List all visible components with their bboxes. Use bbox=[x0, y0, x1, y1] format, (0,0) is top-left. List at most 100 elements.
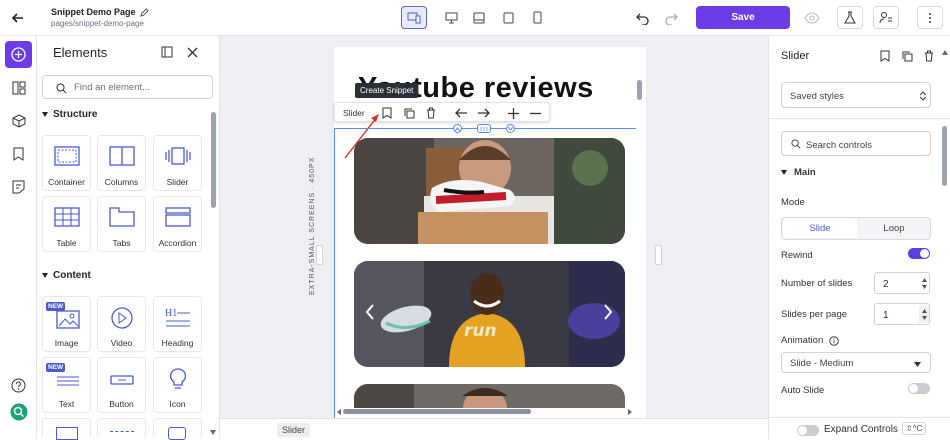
accordion-icon bbox=[154, 206, 201, 230]
element-slider[interactable]: Slider bbox=[153, 135, 202, 191]
components-button[interactable] bbox=[5, 107, 32, 134]
layout-structure-button[interactable] bbox=[5, 74, 32, 101]
number-of-slides-input[interactable]: 2 bbox=[874, 272, 930, 294]
desktop-icon bbox=[445, 12, 457, 23]
zoom-button[interactable] bbox=[5, 398, 32, 425]
copy-icon[interactable] bbox=[900, 49, 914, 63]
element-image[interactable]: NEW Image bbox=[42, 296, 91, 352]
add-plus-icon[interactable] bbox=[505, 105, 521, 121]
redo-icon[interactable] bbox=[663, 10, 679, 26]
edit-pencil-icon[interactable] bbox=[139, 7, 149, 17]
move-left-arrow-icon[interactable] bbox=[453, 105, 469, 121]
stepper-icon[interactable] bbox=[919, 275, 929, 292]
collapse-down-icon[interactable] bbox=[506, 124, 515, 133]
mode-option-loop[interactable]: Loop bbox=[858, 219, 930, 238]
element-partial[interactable] bbox=[97, 418, 146, 439]
slides-per-page-input[interactable]: 1 bbox=[874, 303, 930, 325]
drag-handle-icon[interactable] bbox=[477, 124, 491, 133]
snippets-button[interactable] bbox=[5, 140, 32, 167]
caret-down-icon bbox=[42, 112, 48, 117]
breadcrumb-slider[interactable]: Slider bbox=[277, 423, 311, 437]
elements-scrollbar[interactable] bbox=[211, 112, 216, 208]
hoodie-logo-text: run bbox=[464, 321, 497, 341]
element-heading[interactable]: H1 Heading bbox=[153, 296, 202, 352]
element-icon[interactable]: Icon bbox=[153, 357, 202, 413]
device-desktop-button[interactable] bbox=[438, 6, 464, 29]
slider-next-arrow-icon[interactable] bbox=[603, 304, 613, 320]
duplicate-icon[interactable] bbox=[401, 105, 417, 121]
tabs-icon bbox=[98, 206, 145, 230]
saved-styles-select[interactable]: Saved styles bbox=[781, 82, 931, 108]
create-snippet-tooltip: Create Snippet bbox=[355, 83, 419, 98]
add-elements-button[interactable] bbox=[5, 41, 32, 68]
elements-panel: Elements Find an element... Structure Co… bbox=[37, 36, 220, 440]
undo-icon[interactable] bbox=[635, 10, 651, 26]
element-button[interactable]: Button bbox=[97, 357, 146, 413]
slide-image-1[interactable] bbox=[354, 138, 625, 244]
canvas-horizontal-scrollbar[interactable] bbox=[343, 409, 531, 414]
table-icon bbox=[43, 206, 90, 230]
element-video[interactable]: Video bbox=[97, 296, 146, 352]
device-tablet-button[interactable] bbox=[495, 6, 521, 29]
templates-button[interactable] bbox=[5, 173, 32, 200]
scroll-up-arrow-icon[interactable] bbox=[941, 48, 949, 56]
remove-minus-icon[interactable] bbox=[527, 105, 543, 121]
move-right-arrow-icon[interactable] bbox=[475, 105, 491, 121]
section-content[interactable]: Content bbox=[42, 270, 91, 281]
help-button[interactable] bbox=[5, 372, 32, 399]
slide-image-2[interactable]: run bbox=[354, 261, 625, 367]
element-text[interactable]: NEW Text bbox=[42, 357, 91, 413]
delete-trash-icon[interactable] bbox=[922, 49, 936, 63]
section-structure[interactable]: Structure bbox=[42, 109, 97, 120]
scroll-down-arrow-icon[interactable] bbox=[209, 428, 217, 436]
save-button[interactable]: Save bbox=[696, 6, 790, 29]
left-resize-handle[interactable] bbox=[316, 245, 323, 265]
slide-image-3[interactable] bbox=[354, 384, 625, 408]
search-controls-input[interactable]: Search controls bbox=[781, 131, 931, 156]
element-tabs[interactable]: Tabs bbox=[97, 196, 146, 252]
element-accordion[interactable]: Accordion bbox=[153, 196, 202, 252]
scroll-right-arrow-icon[interactable] bbox=[627, 409, 633, 415]
element-table[interactable]: Table bbox=[42, 196, 91, 252]
svg-text:H1: H1 bbox=[165, 308, 177, 319]
save-snippet-bookmark-icon[interactable] bbox=[878, 49, 892, 63]
new-badge: NEW bbox=[46, 302, 66, 311]
expand-controls-toggle[interactable] bbox=[797, 425, 819, 436]
main-section-toggle[interactable]: Main bbox=[781, 167, 816, 178]
element-partial[interactable] bbox=[153, 418, 202, 440]
settings-scrollbar[interactable] bbox=[942, 126, 947, 186]
auto-slide-toggle[interactable] bbox=[908, 383, 930, 394]
element-search-input[interactable]: Find an element... bbox=[42, 75, 213, 99]
block-icon bbox=[56, 427, 78, 440]
stepper-icon[interactable] bbox=[919, 306, 929, 323]
device-mobile-button[interactable] bbox=[524, 6, 550, 29]
collapse-up-icon[interactable] bbox=[453, 124, 462, 133]
user-roles-button[interactable] bbox=[873, 6, 899, 29]
experiments-button[interactable] bbox=[837, 6, 863, 29]
desktop-mobile-icon bbox=[407, 12, 421, 23]
animation-label: Animation bbox=[781, 335, 824, 346]
dock-panel-icon[interactable] bbox=[160, 45, 174, 59]
expand-controls-label: Expand Controls bbox=[824, 424, 898, 435]
more-options-button[interactable] bbox=[917, 6, 943, 29]
animation-select[interactable]: Slide - Medium bbox=[781, 352, 931, 373]
element-partial[interactable] bbox=[42, 418, 91, 440]
device-responsive-button[interactable] bbox=[401, 6, 427, 29]
delete-trash-icon[interactable] bbox=[423, 105, 439, 121]
mode-option-slide[interactable]: Slide bbox=[783, 219, 857, 238]
element-columns[interactable]: Columns bbox=[97, 135, 146, 191]
preview-eye-icon[interactable] bbox=[804, 10, 820, 26]
scroll-left-arrow-icon[interactable] bbox=[336, 409, 342, 415]
rewind-toggle[interactable] bbox=[908, 248, 930, 259]
slides-per-page-label: Slides per page bbox=[781, 309, 848, 320]
close-panel-icon[interactable] bbox=[185, 45, 199, 59]
element-container[interactable]: Container bbox=[42, 135, 91, 191]
slider-prev-arrow-icon[interactable] bbox=[365, 304, 375, 320]
info-icon[interactable] bbox=[829, 335, 840, 346]
right-resize-handle[interactable] bbox=[655, 245, 662, 265]
canvas-vertical-scrollbar[interactable] bbox=[637, 80, 642, 100]
slider-icon bbox=[154, 145, 201, 169]
back-arrow-icon[interactable] bbox=[10, 10, 26, 26]
divider-icon bbox=[110, 431, 134, 432]
device-tablet-landscape-button[interactable] bbox=[466, 6, 492, 29]
